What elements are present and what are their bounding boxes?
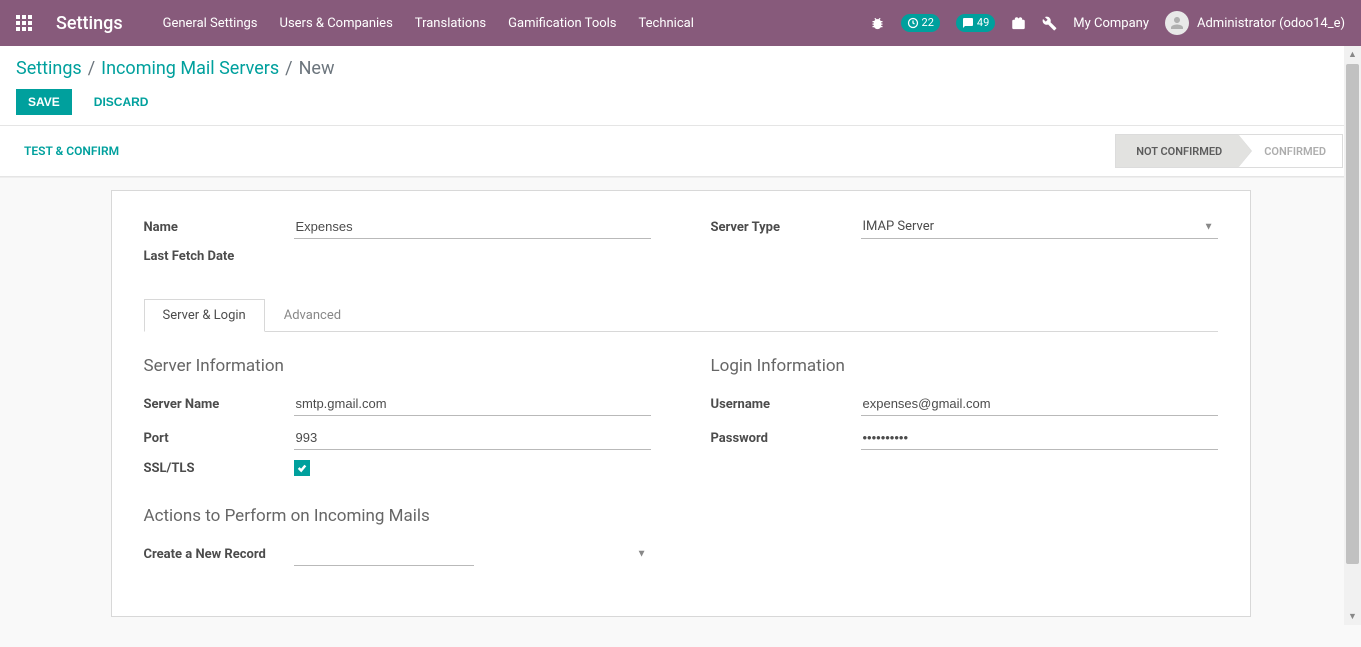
- control-panel: Settings / Incoming Mail Servers / New S…: [0, 46, 1361, 126]
- label-name: Name: [144, 220, 294, 235]
- breadcrumb: Settings / Incoming Mail Servers / New: [16, 58, 1345, 79]
- discard-button[interactable]: Discard: [82, 89, 161, 115]
- company-name[interactable]: My Company: [1073, 16, 1149, 31]
- chevron-down-icon: ▼: [637, 549, 647, 560]
- section-actions: Actions to Perform on Incoming Mails: [144, 506, 651, 526]
- breadcrumb-sep: /: [88, 58, 95, 79]
- label-last-fetch-date: Last Fetch Date: [144, 249, 294, 264]
- test-confirm-button[interactable]: Test & Confirm: [16, 140, 127, 162]
- brand-title[interactable]: Settings: [56, 13, 123, 34]
- save-button[interactable]: Save: [16, 89, 72, 115]
- nav-item-general-settings[interactable]: General Settings: [163, 16, 258, 31]
- label-username: Username: [711, 397, 861, 412]
- label-server-type: Server Type: [711, 220, 861, 235]
- breadcrumb-current: New: [299, 58, 335, 79]
- label-server-name: Server Name: [144, 397, 294, 412]
- username-input[interactable]: [861, 392, 1218, 416]
- tab-server-login[interactable]: Server & Login: [144, 299, 265, 332]
- breadcrumb-settings[interactable]: Settings: [16, 58, 82, 79]
- nav-item-technical[interactable]: Technical: [639, 16, 694, 31]
- activities-count: 22: [922, 14, 934, 32]
- user-name: Administrator (odoo14_e): [1197, 16, 1345, 31]
- main-navbar: Settings General Settings Users & Compan…: [0, 0, 1361, 46]
- label-create-new-record: Create a New Record: [144, 547, 294, 562]
- breadcrumb-incoming-mail-servers[interactable]: Incoming Mail Servers: [101, 58, 279, 79]
- scrollbar-thumb[interactable]: [1346, 64, 1359, 564]
- gift-icon[interactable]: [1011, 16, 1026, 31]
- label-password: Password: [711, 431, 861, 446]
- label-ssl-tls: SSL/TLS: [144, 461, 294, 476]
- form-sheet: Name Last Fetch Date Server Type IMAP Se…: [111, 190, 1251, 617]
- activities-badge[interactable]: 22: [901, 14, 940, 32]
- scrollbar[interactable]: ▲ ▼: [1344, 46, 1361, 625]
- tab-advanced[interactable]: Advanced: [265, 299, 360, 332]
- scrollbar-up-icon[interactable]: ▲: [1344, 46, 1361, 63]
- nav-item-translations[interactable]: Translations: [415, 16, 486, 31]
- messages-count: 49: [977, 14, 989, 32]
- apps-icon[interactable]: [16, 15, 32, 31]
- user-menu[interactable]: Administrator (odoo14_e): [1165, 11, 1345, 35]
- nav-right: 22 49 My Company Administrator (odoo14_e…: [870, 11, 1345, 35]
- breadcrumb-sep: /: [285, 58, 292, 79]
- status-bar: Test & Confirm Not Confirmed Confirmed: [0, 126, 1361, 177]
- name-input[interactable]: [294, 215, 651, 239]
- section-login-info: Login Information: [711, 356, 1218, 376]
- password-input[interactable]: [861, 426, 1218, 450]
- status-confirmed[interactable]: Confirmed: [1238, 134, 1343, 168]
- tabs: Server & Login Advanced: [144, 298, 1218, 332]
- status-not-confirmed[interactable]: Not Confirmed: [1115, 134, 1238, 168]
- port-input[interactable]: [294, 426, 651, 450]
- avatar: [1165, 11, 1189, 35]
- label-port: Port: [144, 431, 294, 446]
- button-row: Save Discard: [16, 89, 1345, 115]
- server-type-select[interactable]: IMAP Server: [861, 215, 1218, 239]
- status-steps: Not Confirmed Confirmed: [1115, 134, 1343, 168]
- section-server-info: Server Information: [144, 356, 651, 376]
- messages-badge[interactable]: 49: [956, 14, 995, 32]
- bug-icon[interactable]: [870, 16, 885, 31]
- scrollbar-down-icon[interactable]: ▼: [1344, 608, 1361, 625]
- tools-icon[interactable]: [1042, 16, 1057, 31]
- nav-menu: General Settings Users & Companies Trans…: [163, 16, 870, 31]
- form-container: Name Last Fetch Date Server Type IMAP Se…: [0, 177, 1361, 647]
- nav-item-gamification-tools[interactable]: Gamification Tools: [508, 16, 616, 31]
- tab-content: Server Information Server Name Port SSL/…: [144, 332, 1218, 576]
- ssl-tls-checkbox[interactable]: [294, 460, 310, 476]
- create-new-record-select[interactable]: [294, 542, 474, 566]
- nav-item-users-companies[interactable]: Users & Companies: [280, 16, 393, 31]
- server-name-input[interactable]: [294, 392, 651, 416]
